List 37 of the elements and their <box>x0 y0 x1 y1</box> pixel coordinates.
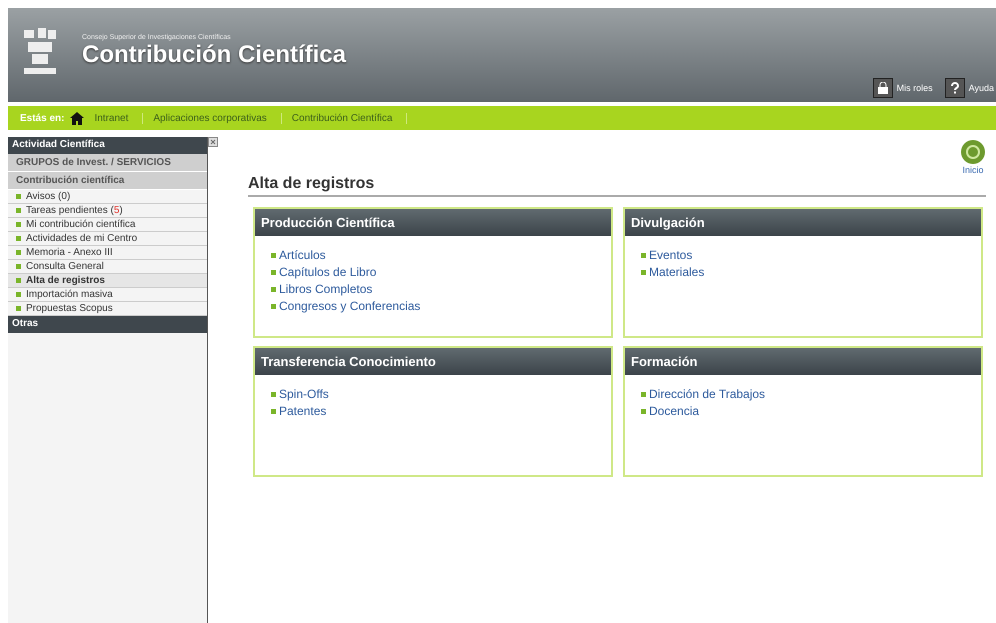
sidebar-item[interactable]: Alta de registros <box>8 274 207 288</box>
sidebar-header: Otras <box>8 316 207 333</box>
sidebar-item[interactable]: Tareas pendientes (5) <box>8 204 207 218</box>
breadcrumb-link[interactable]: Aplicaciones corporativas <box>149 112 282 124</box>
panel-title: Transferencia Conocimiento <box>255 348 611 375</box>
lock-icon <box>872 78 893 98</box>
sidebar-group[interactable]: GRUPOS de Invest. / SERVICIOS <box>8 154 207 172</box>
sidebar-item[interactable]: Importación masiva <box>8 288 207 302</box>
category-link[interactable]: Dirección de Trabajos <box>649 387 766 401</box>
sidebar-group[interactable]: Contribución científica <box>8 172 207 190</box>
sidebar-item[interactable]: Memoria - Anexo III <box>8 246 207 260</box>
category-link[interactable]: Materiales <box>649 265 704 279</box>
page-title: Alta de registros <box>248 175 986 197</box>
panel-title: Formación <box>625 348 981 375</box>
house-icon <box>70 112 84 124</box>
category-link[interactable]: Patentes <box>279 404 326 418</box>
roles-link[interactable]: Mis roles <box>872 78 933 98</box>
breadcrumb-link[interactable]: Contribución Científica <box>288 112 408 124</box>
sidebar-item[interactable]: Actividades de mi Centro <box>8 232 207 246</box>
panel-title: Producción Científica <box>255 209 611 236</box>
sidebar-item[interactable]: Mi contribución científica <box>8 218 207 232</box>
category-link[interactable]: Docencia <box>649 404 700 418</box>
panel-title: Divulgación <box>625 209 981 236</box>
category-link[interactable]: Artículos <box>279 248 326 262</box>
category-link[interactable]: Eventos <box>649 248 692 262</box>
category-link[interactable]: Libros Completos <box>279 282 372 296</box>
sidebar-header: Actividad Científica <box>8 137 207 154</box>
app-title: Contribución Científica <box>82 41 346 69</box>
category-link[interactable]: Spin-Offs <box>279 387 329 401</box>
help-icon <box>944 78 965 98</box>
collapse-icon[interactable] <box>208 137 218 147</box>
sidebar-item[interactable]: Avisos (0) <box>8 190 207 204</box>
help-link[interactable]: Ayuda <box>944 78 994 98</box>
breadcrumb-label: Estás en: <box>20 112 64 124</box>
category-link[interactable]: Congresos y Conferencias <box>279 299 420 313</box>
category-link[interactable]: Capítulos de Libro <box>279 265 376 279</box>
breadcrumb-link[interactable]: Intranet <box>90 112 144 124</box>
